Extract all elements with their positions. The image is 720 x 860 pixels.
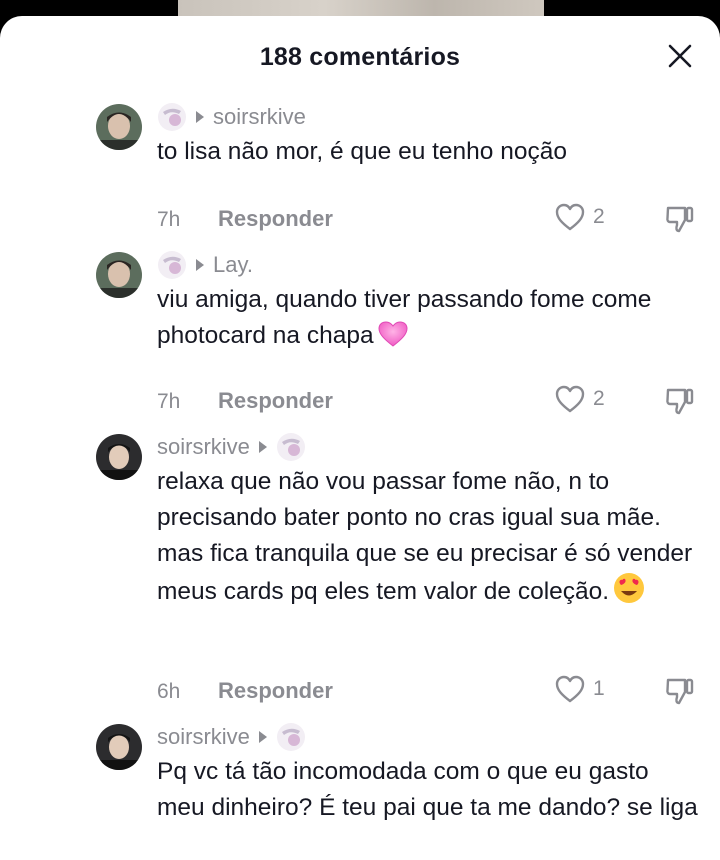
- reply-button[interactable]: Responder: [218, 388, 333, 414]
- comment-meta: soirsrkive: [157, 102, 306, 132]
- reply-arrow-icon: [258, 441, 267, 453]
- close-button[interactable]: [666, 42, 694, 70]
- close-icon: [668, 44, 692, 68]
- avatar[interactable]: [96, 104, 142, 150]
- comment-time: 7h: [157, 390, 181, 413]
- sheet-header: 188 comentários: [0, 16, 720, 94]
- comments-count-title: 188 comentários: [259, 43, 461, 71]
- comment-meta: Lay.: [157, 250, 253, 280]
- heart-outline-icon: [555, 203, 585, 231]
- comments-sheet: 188 comentários soirsrkive to lisa não m…: [0, 16, 720, 860]
- thumbs-down-icon: [666, 206, 694, 233]
- like-count: 2: [593, 205, 605, 228]
- heart-outline-icon: [555, 675, 585, 703]
- like-count: 2: [593, 387, 605, 410]
- comment-meta: soirsrkive: [157, 722, 306, 752]
- like-count: 1: [593, 677, 605, 700]
- mini-avatar-icon: [158, 251, 186, 279]
- avatar[interactable]: [96, 434, 142, 480]
- avatar[interactable]: [96, 252, 142, 298]
- comment-time: 7h: [157, 208, 181, 231]
- thumbs-down-icon: [666, 678, 694, 705]
- mini-avatar-icon: [158, 103, 186, 131]
- comment-time: 6h: [157, 680, 181, 703]
- dislike-button[interactable]: [664, 202, 696, 234]
- comment-meta: soirsrkive: [157, 432, 306, 462]
- comment-text: viu amiga, quando tiver passando fome co…: [157, 282, 702, 354]
- reply-arrow-icon: [258, 731, 267, 743]
- dislike-button[interactable]: [664, 674, 696, 706]
- heart-outline-icon: [555, 385, 585, 413]
- pink-heart-icon: [378, 321, 408, 347]
- reply-arrow-icon: [196, 111, 204, 123]
- comment-author[interactable]: soirsrkive: [157, 434, 250, 460]
- comment-author[interactable]: soirsrkive: [213, 104, 306, 130]
- like-button[interactable]: 1: [554, 674, 605, 704]
- like-button[interactable]: 2: [554, 384, 605, 414]
- dislike-button[interactable]: [664, 384, 696, 416]
- comment-author[interactable]: soirsrkive: [157, 724, 250, 750]
- reply-button[interactable]: Responder: [218, 678, 333, 704]
- comment-text: Pq vc tá tão incomodada com o que eu gas…: [157, 758, 698, 821]
- comment-author[interactable]: Lay.: [213, 252, 253, 278]
- mini-avatar-icon: [276, 723, 305, 751]
- reply-arrow-icon: [196, 259, 204, 271]
- comment-text: to lisa não mor, é que eu tenho noção: [157, 138, 567, 165]
- reply-button[interactable]: Responder: [218, 206, 333, 232]
- thumbs-down-icon: [666, 388, 694, 415]
- mini-avatar-icon: [276, 433, 305, 461]
- comment-text: relaxa que não vou passar fome não, n to…: [157, 464, 702, 610]
- like-button[interactable]: 2: [554, 202, 605, 232]
- heart-eyes-icon: [614, 573, 645, 603]
- avatar[interactable]: [96, 724, 142, 770]
